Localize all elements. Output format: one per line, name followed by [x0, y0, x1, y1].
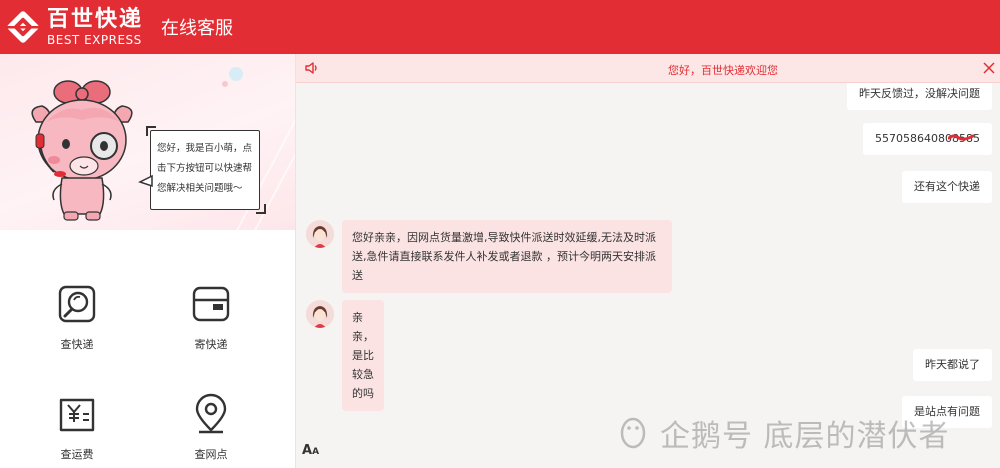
- check-shipping-fee-label: 查运费: [60, 448, 94, 461]
- brand-name-cn: 百世快递: [47, 6, 144, 32]
- font-size-button[interactable]: AA: [302, 443, 319, 458]
- user-message: 昨天都说了: [913, 349, 992, 381]
- bubble-line: 您好，我是百小萌，点: [157, 143, 253, 154]
- track-parcel-button[interactable]: 查快递: [37, 282, 117, 352]
- parcel-box-icon: [192, 286, 230, 322]
- notice-text: 您好，百世快递欢迎您: [668, 64, 778, 77]
- agent-message-bubble: 亲亲，是比较急的吗: [342, 300, 384, 411]
- map-pin-icon: [195, 393, 227, 434]
- service-panel: 您好，我是百小萌，点 击下方按钮可以快速帮 您解决相关问题哦～ 查快递 寄快递: [0, 54, 296, 468]
- yuan-bill-icon: [59, 398, 95, 432]
- brand-name-en: BEST EXPRESS: [47, 32, 142, 47]
- chat-history[interactable]: 昨天反馈过，没解决问题 557058640808585 还有这个快递 您好亲亲，…: [296, 83, 1000, 468]
- bubble-line: 击下方按钮可以快速帮: [157, 163, 253, 174]
- penguin-icon: [620, 417, 646, 449]
- agent-avatar: [306, 300, 334, 328]
- agent-message-line: 您好亲亲，因网点货量激增,导致快件派送时效延缓,无法及时派: [352, 231, 656, 244]
- track-parcel-label: 查快递: [60, 338, 94, 351]
- redaction-scribble: [948, 134, 974, 141]
- watermark-text: 企鹅号 底层的潜伏者: [660, 419, 950, 454]
- agent-message-bubble: 您好亲亲，因网点货量激增,导致快件派送时效延缓,无法及时派 送,急件请直接联系发…: [342, 220, 672, 293]
- agent-message-line: 送,急件请直接联系发件人补发或者退款 ，预计今明两天安排派: [352, 250, 656, 263]
- watermark: 企鹅号 底层的潜伏者: [616, 411, 950, 455]
- mascot-speech-bubble: 您好，我是百小萌，点 击下方按钮可以快速帮 您解决相关问题哦～: [150, 130, 260, 210]
- bubble-line: 您解决相关问题哦～: [157, 183, 243, 194]
- user-message: 还有这个快递: [902, 171, 992, 203]
- find-outlet-button[interactable]: 查网点: [171, 392, 251, 462]
- agent-avatar: [306, 220, 334, 248]
- agent-message-line: 送: [352, 269, 363, 282]
- bubble-dots-icon: [222, 67, 243, 87]
- magnifier-box-icon: [58, 285, 96, 323]
- send-parcel-button[interactable]: 寄快递: [171, 282, 251, 352]
- notice-bar: 您好，百世快递欢迎您: [296, 54, 1000, 83]
- check-shipping-fee-button[interactable]: 查运费: [37, 392, 117, 462]
- user-message: 昨天反馈过，没解决问题: [847, 83, 992, 110]
- find-outlet-label: 查网点: [194, 448, 228, 461]
- font-size-label-small: A: [312, 447, 320, 457]
- best-logo-icon: [6, 10, 40, 44]
- send-parcel-label: 寄快递: [194, 338, 228, 351]
- agent-message-line: 亲亲，是比较急的吗: [352, 311, 374, 400]
- mascot-banner: 您好，我是百小萌，点 击下方按钮可以快速帮 您解决相关问题哦～: [0, 54, 296, 230]
- mascot-illustration: [31, 80, 133, 221]
- font-size-label: A: [302, 443, 313, 458]
- app-header: 百世快递 BEST EXPRESS 在线客服: [0, 0, 1000, 54]
- close-icon[interactable]: [982, 61, 996, 75]
- brand-logo[interactable]: 百世快递 BEST EXPRESS: [6, 6, 144, 47]
- page-title: 在线客服: [161, 18, 234, 39]
